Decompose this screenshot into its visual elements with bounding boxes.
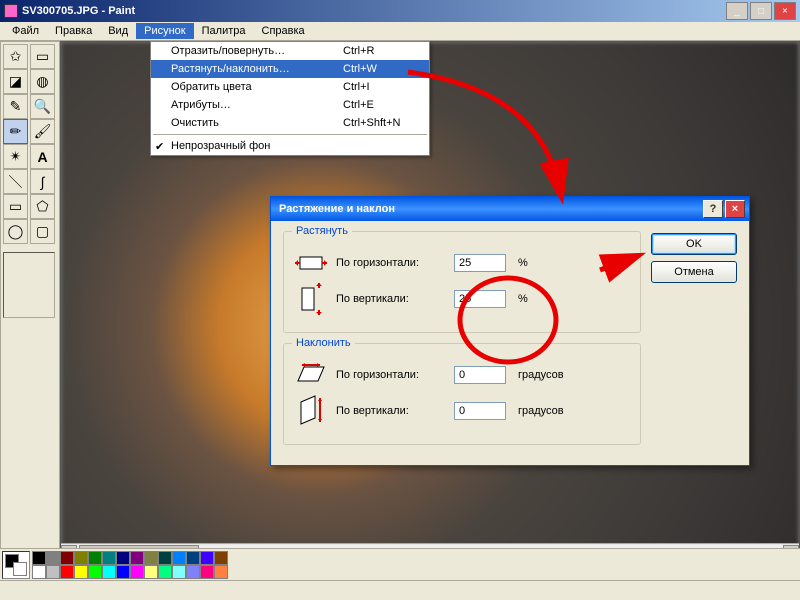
skew-legend: Наклонить xyxy=(292,337,355,349)
skew-horiz-label: По горизонтали: xyxy=(336,369,446,381)
palette-swatch[interactable] xyxy=(32,565,46,579)
tool-fill[interactable]: ◍ xyxy=(30,69,55,94)
tool-pencil[interactable]: ✏ xyxy=(3,119,28,144)
palette-swatch[interactable] xyxy=(46,565,60,579)
tool-ellipse[interactable]: ◯ xyxy=(3,219,28,244)
palette-swatch[interactable] xyxy=(74,551,88,565)
palette-swatch[interactable] xyxy=(214,565,228,579)
dd-attributes[interactable]: Атрибуты… Ctrl+E xyxy=(151,96,429,114)
palette-swatch[interactable] xyxy=(186,551,200,565)
palette-swatch[interactable] xyxy=(60,565,74,579)
main-titlebar: SV300705.JPG - Paint _ □ × xyxy=(0,0,800,22)
palette-swatch[interactable] xyxy=(46,551,60,565)
palette-swatch[interactable] xyxy=(116,565,130,579)
menu-view[interactable]: Вид xyxy=(100,23,136,39)
background-color xyxy=(13,562,27,576)
tool-picker[interactable]: ✎ xyxy=(3,94,28,119)
tool-magnifier[interactable]: 🔍 xyxy=(30,94,55,119)
app-icon xyxy=(4,4,18,18)
menu-palette[interactable]: Палитра xyxy=(194,23,254,39)
dialog-close-button[interactable]: × xyxy=(725,200,745,218)
check-icon: ✔ xyxy=(155,140,164,153)
stretch-horiz-input[interactable] xyxy=(454,254,506,272)
tool-freeform-select[interactable]: ✩ xyxy=(3,44,28,69)
minimize-button[interactable]: _ xyxy=(726,2,748,20)
dd-separator xyxy=(153,134,427,135)
color-palette xyxy=(0,548,800,580)
palette-swatch[interactable] xyxy=(172,551,186,565)
menu-file[interactable]: Файл xyxy=(4,23,47,39)
stretch-skew-dialog: Растяжение и наклон ? × Растянуть По гор… xyxy=(270,196,750,466)
skew-vert-input[interactable] xyxy=(454,402,506,420)
palette-swatch[interactable] xyxy=(74,565,88,579)
palette-swatch[interactable] xyxy=(88,551,102,565)
palette-swatch[interactable] xyxy=(214,551,228,565)
current-colors[interactable] xyxy=(2,551,30,579)
palette-swatch[interactable] xyxy=(200,565,214,579)
palette-swatch[interactable] xyxy=(102,565,116,579)
skew-horiz-icon xyxy=(294,360,328,390)
dialog-help-button[interactable]: ? xyxy=(703,200,723,218)
skew-fieldset: Наклонить По горизонтали: градусов По ве… xyxy=(283,343,641,445)
palette-swatch[interactable] xyxy=(130,565,144,579)
stretch-vert-unit: % xyxy=(518,293,528,305)
stretch-legend: Растянуть xyxy=(292,225,352,237)
status-bar xyxy=(0,580,800,600)
palette-swatch[interactable] xyxy=(102,551,116,565)
dd-stretch-skew[interactable]: Растянуть/наклонить… Ctrl+W xyxy=(151,60,429,78)
palette-swatch[interactable] xyxy=(172,565,186,579)
tool-line[interactable]: ＼ xyxy=(3,169,28,194)
menu-edit[interactable]: Правка xyxy=(47,23,100,39)
stretch-horiz-unit: % xyxy=(518,257,528,269)
palette-swatch[interactable] xyxy=(186,565,200,579)
palette-swatch[interactable] xyxy=(200,551,214,565)
skew-vert-unit: градусов xyxy=(518,405,564,417)
stretch-horiz-icon xyxy=(294,248,328,278)
skew-vert-icon xyxy=(294,396,328,426)
stretch-horiz-label: По горизонтали: xyxy=(336,257,446,269)
window-title: SV300705.JPG - Paint xyxy=(22,5,726,17)
skew-vert-label: По вертикали: xyxy=(336,405,446,417)
dialog-title: Растяжение и наклон xyxy=(275,203,701,215)
stretch-fieldset: Растянуть По горизонтали: % По вертикали… xyxy=(283,231,641,333)
skew-horiz-input[interactable] xyxy=(454,366,506,384)
tool-options xyxy=(3,252,55,318)
tool-brush[interactable]: 🖌 xyxy=(30,119,55,144)
ok-button[interactable]: OK xyxy=(651,233,737,255)
menu-help[interactable]: Справка xyxy=(254,23,313,39)
tool-eraser[interactable]: ◪ xyxy=(3,69,28,94)
palette-swatch[interactable] xyxy=(60,551,74,565)
dd-invert-colors[interactable]: Обратить цвета Ctrl+I xyxy=(151,78,429,96)
image-dropdown: Отразить/повернуть… Ctrl+R Растянуть/нак… xyxy=(150,41,430,156)
palette-swatch[interactable] xyxy=(116,551,130,565)
skew-horiz-unit: градусов xyxy=(518,369,564,381)
menu-image[interactable]: Рисунок xyxy=(136,23,194,39)
close-button[interactable]: × xyxy=(774,2,796,20)
dd-opaque-bg[interactable]: ✔ Непрозрачный фон xyxy=(151,137,429,155)
palette-swatch[interactable] xyxy=(88,565,102,579)
palette-swatch[interactable] xyxy=(158,551,172,565)
toolbox: ✩ ▭ ◪ ◍ ✎ 🔍 ✏ 🖌 ✴ A ＼ ∫ ▭ ⬠ ◯ ▢ xyxy=(0,41,60,560)
tool-rounded-rect[interactable]: ▢ xyxy=(30,219,55,244)
palette-swatch[interactable] xyxy=(32,551,46,565)
palette-swatch[interactable] xyxy=(144,551,158,565)
palette-swatch[interactable] xyxy=(130,551,144,565)
stretch-vert-label: По вертикали: xyxy=(336,293,446,305)
stretch-vert-input[interactable] xyxy=(454,290,506,308)
tool-polygon[interactable]: ⬠ xyxy=(30,194,55,219)
maximize-button[interactable]: □ xyxy=(750,2,772,20)
tool-text[interactable]: A xyxy=(30,144,55,169)
tool-rectangle[interactable]: ▭ xyxy=(3,194,28,219)
cancel-button[interactable]: Отмена xyxy=(651,261,737,283)
tool-rect-select[interactable]: ▭ xyxy=(30,44,55,69)
tool-curve[interactable]: ∫ xyxy=(30,169,55,194)
stretch-vert-icon xyxy=(294,284,328,314)
palette-swatch[interactable] xyxy=(158,565,172,579)
tool-airbrush[interactable]: ✴ xyxy=(3,144,28,169)
dd-flip-rotate[interactable]: Отразить/повернуть… Ctrl+R xyxy=(151,42,429,60)
dd-clear[interactable]: Очистить Ctrl+Shft+N xyxy=(151,114,429,132)
menubar: Файл Правка Вид Рисунок Палитра Справка xyxy=(0,22,800,41)
dialog-titlebar[interactable]: Растяжение и наклон ? × xyxy=(271,197,749,221)
palette-swatch[interactable] xyxy=(144,565,158,579)
